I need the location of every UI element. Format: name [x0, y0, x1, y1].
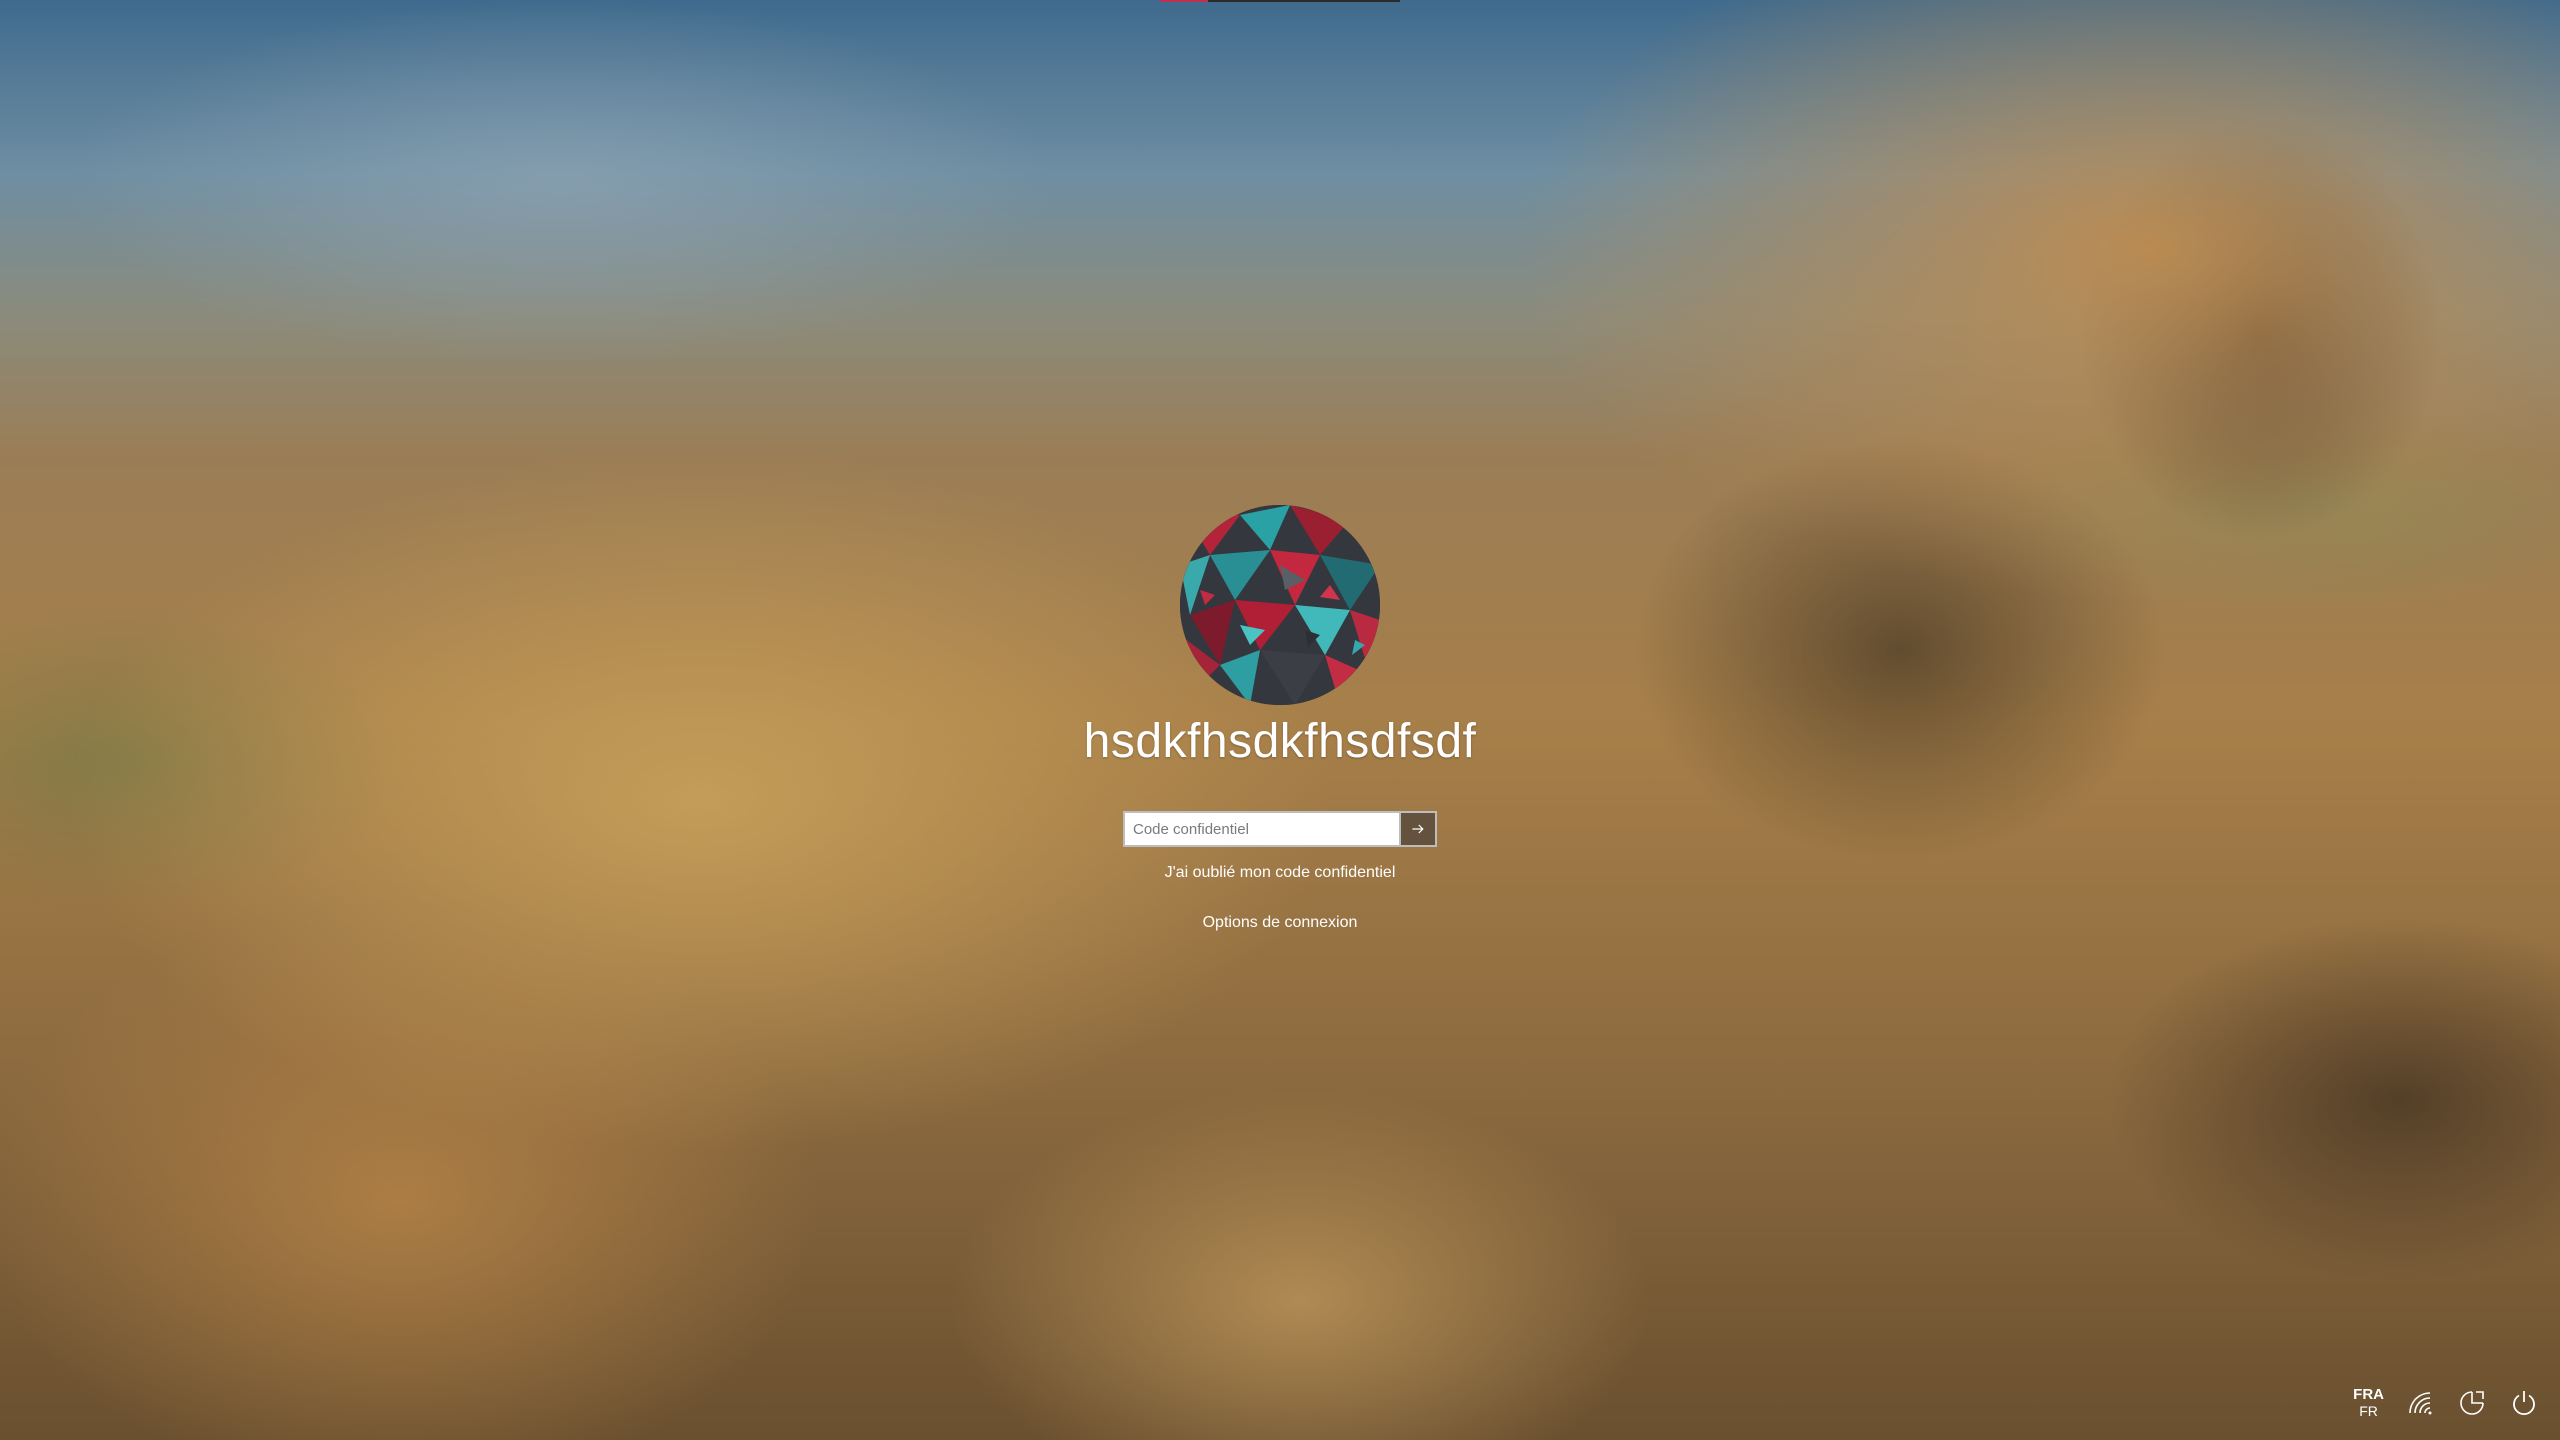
submit-pin-button[interactable]	[1401, 811, 1437, 847]
language-code: FRA	[2353, 1386, 2384, 1403]
network-icon	[2409, 1392, 2432, 1415]
signin-options-link[interactable]: Options de connexion	[1080, 914, 1480, 932]
ease-of-access-icon	[2460, 1391, 2484, 1415]
avatar-image	[1180, 505, 1380, 705]
forgot-pin-link[interactable]: J'ai oublié mon code confidentiel	[1080, 864, 1480, 882]
user-avatar	[1180, 505, 1380, 705]
network-button[interactable]	[2404, 1387, 2436, 1419]
pin-entry-row	[1123, 811, 1437, 847]
user-name: hsdkfhsdkfhsdfsdf	[1083, 715, 1477, 768]
arrow-right-icon	[1412, 824, 1424, 834]
power-button[interactable]	[2508, 1387, 2540, 1419]
pin-input[interactable]	[1123, 811, 1401, 847]
keyboard-layout: FR	[2359, 1403, 2378, 1419]
login-panel: hsdkfhsdkfhsdfsdf J'ai oublié mon code c…	[0, 0, 2560, 1440]
system-tray: FRA FR	[2353, 1386, 2540, 1420]
power-icon	[2513, 1391, 2535, 1416]
lock-screen: hsdkfhsdkfhsdfsdf J'ai oublié mon code c…	[0, 0, 2560, 1440]
ease-of-access-button[interactable]	[2456, 1387, 2488, 1419]
language-switcher[interactable]: FRA FR	[2353, 1386, 2384, 1420]
